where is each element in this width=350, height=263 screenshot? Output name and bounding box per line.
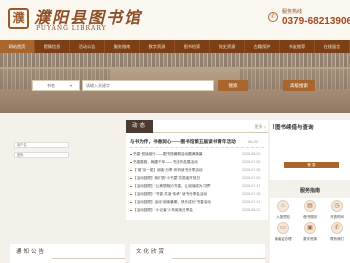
nav-item-announcements[interactable]: 活动公告 [70,40,105,53]
news-item-date: 2025-06-22 [242,208,261,212]
featured-news-title[interactable]: 与书为伴，书香润心——图书馆第五届读书青年活动 [130,139,236,145]
news-item-title[interactable]: 【活动回顾】“小记者”少年阅读分享会 [133,208,238,213]
bullet-icon [130,209,132,211]
service-label: 开放时间 [330,215,344,219]
news-item-title[interactable]: 【“阅”见一夏】阅读·分享·系列读书分享活动 [133,168,238,173]
phone-label: 服务热线 [282,9,303,15]
announcements-panel: 通知公告 [10,244,125,263]
bookshelf-image [0,53,350,67]
service-label: 数字资源 [303,237,317,241]
nav-item-party-history[interactable]: 党史资源 [210,40,245,53]
culture-header: 文化欣赏 [130,246,265,259]
news-more-link[interactable]: 更多 > [255,124,266,130]
bullet-icon [130,177,132,179]
news-item-date: 2025-07-15 [242,192,261,196]
nav-item-guestbook[interactable]: 在线留言 [315,40,350,53]
news-item-title[interactable]: 书香墨韵，翰墨千年——书法作品展活动 [133,160,238,165]
renewal-panel: 图书续借与查询 [270,120,350,180]
service-item-entry[interactable]: ⌂ 入馆须知 [270,200,296,219]
news-heading[interactable]: 动态 [126,120,154,133]
news-item-date: 2025-07-26 [242,168,261,172]
news-item-date: 2025-07-30 [242,160,261,164]
book-icon: ▤ [304,200,316,212]
service-item-contact[interactable]: ✆ 联系我们 [324,222,350,241]
renewal-title: 图书续借与查询 [275,125,314,131]
nav-item-ancient-books[interactable]: 古籍保护 [245,40,280,53]
news-item[interactable]: 【“阅”见一夏】阅读·分享·系列读书分享活动 2025-07-26 [126,168,268,174]
nav-item-book-recommend[interactable]: 书友推荐 [280,40,315,53]
service-label: 借书规则 [303,215,317,219]
news-item-date: 2025-07-17 [242,184,261,188]
site-header: 濮 濮阳县图书馆 PUYANG LIBRARY ✆ 服务热线 0379-6821… [0,0,350,40]
service-label: 联系我们 [330,237,344,241]
news-item-date: 2025-08-01 [242,152,261,156]
service-label: 读者证办理 [274,237,292,241]
nav-item-home[interactable]: 网站首页 [0,40,35,53]
service-item-hours[interactable]: ◷ 开放时间 [324,200,350,219]
card-icon: ▭ [277,222,289,234]
bullet-icon [130,193,132,195]
news-item[interactable]: 【活动回顾】“书香·共读·传承” 读书分享会活动 2025-07-15 [126,192,268,198]
bullet-icon [130,169,132,171]
main-nav: 网站首页 馆情信息 活动公告 服务指南 数字资源 图书检索 党史资源 古籍保护 … [0,40,350,53]
news-panel: 动态 更多 > 与书为伴，书香润心——图书馆第五届读书青年活动 08-22 书香… [126,120,268,220]
search-input[interactable] [82,80,214,91]
nav-item-service-guide[interactable]: 服务指南 [105,40,140,53]
bullet-icon [130,153,132,155]
library-name-en: PUYANG LIBRARY [36,25,107,32]
search-type-select[interactable]: 书名 [32,80,80,91]
phone-icon: ✆ [268,12,278,22]
news-item-title[interactable]: 【活动回顾】“让美丽相约书香，让阅读成为习惯” [133,184,238,189]
featured-news-date: 08-22 [248,139,259,144]
library-logo-icon[interactable]: 濮 [8,8,29,29]
service-item-card[interactable]: ▭ 读者证办理 [270,222,296,241]
bullet-icon [130,185,132,187]
service-item-digital[interactable]: ▣ 数字资源 [297,222,323,241]
title-accent-bar [273,124,274,129]
news-item[interactable]: 书香·悦读阅行——图书馆暑期活动圆满落幕 2025-08-01 [126,152,268,158]
nav-item-library-info[interactable]: 馆情信息 [35,40,70,53]
computer-icon: ▣ [304,222,316,234]
announcements-heading[interactable]: 通知公告 [10,246,53,259]
culture-panel: 文化欣赏 [130,244,265,263]
chevron-down-icon: ▾ [70,83,73,88]
news-item-title[interactable]: 书香·悦读阅行——图书馆暑期活动圆满落幕 [133,152,238,157]
nav-item-book-search[interactable]: 图书检索 [175,40,210,53]
search-button[interactable]: 搜索 [218,80,248,91]
news-header: 动态 更多 > [126,120,268,133]
login-button[interactable]: 登 录 [284,162,339,168]
password-field[interactable] [14,152,69,158]
news-item-title[interactable]: 【活动回顾】我们的“小书童”志愿者开放日 [133,176,238,181]
announcements-header: 通知公告 [10,246,125,259]
entry-icon: ⌂ [277,200,289,212]
news-item[interactable]: 书香墨韵，翰墨千年——书法作品展活动 2025-07-30 [126,160,268,166]
news-item[interactable]: 【活动回顾】“让美丽相约书香，让阅读成为习惯” 2025-07-17 [126,184,268,190]
news-item-date: 2025-07-11 [242,200,261,204]
divider [130,147,264,148]
advanced-search-button[interactable]: 高级搜索 [283,80,315,91]
clock-icon: ◷ [331,200,343,212]
service-guide-heading: 服务指南 [299,188,320,194]
service-item-borrow[interactable]: ▤ 借书规则 [297,200,323,219]
news-item-title[interactable]: 【活动回顾】活动“阅读暑期，快乐成长”书香活动 [133,200,238,205]
culture-heading[interactable]: 文化欣赏 [130,246,173,259]
phone-icon: ✆ [331,222,343,234]
bullet-icon [130,201,132,203]
service-label: 入馆须知 [276,215,290,219]
news-item[interactable]: 【活动回顾】活动“阅读暑期，快乐成长”书香活动 2025-07-11 [126,200,268,206]
news-item[interactable]: 【活动回顾】我们的“小书童”志愿者开放日 2025-07-20 [126,176,268,182]
service-grid: ⌂ 入馆须知 ▤ 借书规则 ◷ 开放时间 ▭ 读者证办理 ▣ 数字资源 ✆ 联系… [270,198,350,263]
news-item[interactable]: 【活动回顾】“小记者”少年阅读分享会 2025-06-22 [126,208,268,214]
phone-number: 0379-68213906 [282,16,350,27]
news-item-date: 2025-07-20 [242,176,261,180]
bullet-icon [130,161,132,163]
nav-item-digital-resources[interactable]: 数字资源 [140,40,175,53]
news-item-title[interactable]: 【活动回顾】“书香·共读·传承” 读书分享会活动 [133,192,238,197]
username-field[interactable] [14,142,69,148]
